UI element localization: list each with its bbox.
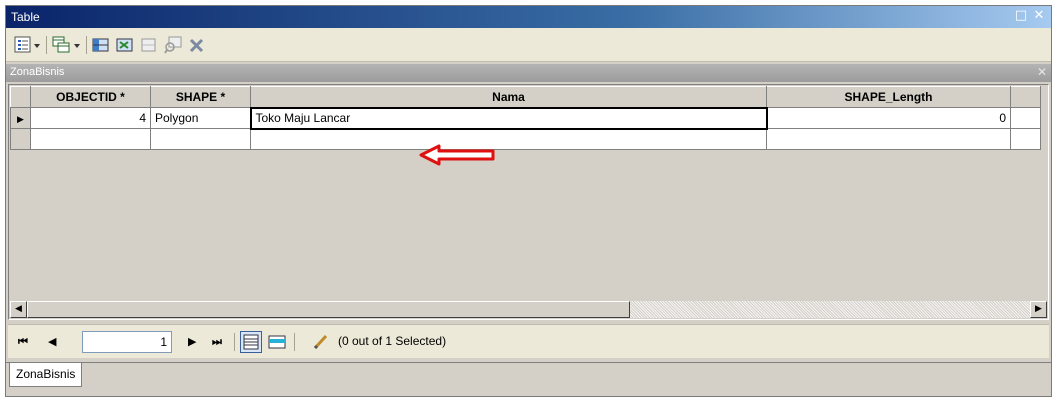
column-header-shape-length[interactable]: SHAPE_Length [766, 86, 1011, 108]
pencil-icon [312, 333, 330, 354]
cell-nama[interactable] [250, 128, 767, 150]
close-table-icon[interactable]: ✕ [1037, 65, 1047, 79]
toolbar-separator [46, 36, 47, 54]
column-header-nama[interactable]: Nama [250, 86, 767, 108]
delete-selected-icon[interactable] [188, 36, 206, 54]
column-header-objectid[interactable]: OBJECTID * [30, 86, 151, 108]
cell-objectid[interactable] [30, 128, 151, 150]
header-row: OBJECTID * SHAPE * Nama SHAPE_Length [10, 86, 1041, 108]
previous-record-icon[interactable]: ◀ [48, 335, 56, 348]
selection-status: (0 out of 1 Selected) [338, 334, 447, 348]
red-arrow-annotation [419, 144, 495, 166]
attribute-table: OBJECTID * SHAPE * Nama SHAPE_Length ▶ 4… [10, 86, 1041, 150]
table-toolbar [6, 28, 1051, 62]
nav-separator [294, 333, 295, 351]
cell-empty [1010, 107, 1041, 129]
cell-empty [1010, 128, 1041, 150]
row-selector[interactable]: ▶ [10, 107, 31, 129]
row-selector[interactable] [10, 128, 31, 150]
clear-selection-icon[interactable] [140, 36, 158, 54]
table-row[interactable] [10, 128, 1041, 150]
show-selected-records-icon[interactable] [266, 331, 288, 353]
tab-zonabisnis[interactable]: ZonaBisnis [9, 363, 83, 387]
scroll-right-icon[interactable]: ▶ [1030, 301, 1047, 318]
cell-shape[interactable]: Polygon [150, 107, 251, 129]
show-all-records-icon[interactable] [240, 331, 262, 353]
current-record-input[interactable]: 1 [82, 331, 172, 353]
toolbar-separator [86, 36, 87, 54]
next-record-icon[interactable]: ▶ [188, 335, 196, 348]
column-header-shape[interactable]: SHAPE * [150, 86, 251, 108]
cell-nama[interactable]: Toko Maju Lancar [249, 106, 768, 130]
row-selector-header[interactable] [10, 86, 31, 108]
nav-separator [234, 333, 235, 351]
cell-shape[interactable] [150, 128, 251, 150]
table-options-icon[interactable] [14, 36, 42, 54]
cell-objectid[interactable]: 4 [30, 107, 151, 129]
row-pointer-icon: ▶ [17, 114, 24, 124]
cell-shape-length[interactable] [766, 128, 1011, 150]
maximize-icon[interactable]: □ [1013, 8, 1029, 24]
related-tables-icon[interactable] [52, 36, 82, 54]
zoom-to-selected-icon[interactable] [164, 36, 182, 54]
table-row[interactable]: ▶ 4 Polygon Toko Maju Lancar 0 [10, 106, 1041, 130]
column-header-empty [1010, 86, 1041, 108]
cell-shape-length[interactable]: 0 [766, 107, 1011, 129]
scroll-thumb[interactable] [27, 301, 630, 318]
attribute-grid: OBJECTID * SHAPE * Nama SHAPE_Length ▶ 4… [8, 84, 1049, 320]
title-bar[interactable]: Table □ ✕ [6, 6, 1051, 28]
table-tab-strip: ZonaBisnis [6, 362, 1051, 396]
table-window: Table □ ✕ ZonaBisnis ✕ OBJECTID * SHAPE … [5, 5, 1052, 397]
last-record-icon[interactable]: ⏭ [212, 335, 222, 349]
window-title: Table [11, 10, 40, 24]
switch-selection-icon[interactable] [116, 36, 134, 54]
table-name: ZonaBisnis [10, 66, 65, 78]
close-icon[interactable]: ✕ [1031, 8, 1047, 24]
record-navigation-bar: ⏮ ◀ 1 ▶ ⏭ (0 out of 1 Selected) [8, 324, 1049, 358]
table-caption-bar: ZonaBisnis ✕ [6, 64, 1051, 82]
scroll-left-icon[interactable]: ◀ [10, 301, 27, 318]
select-by-attributes-icon[interactable] [92, 36, 110, 54]
horizontal-scrollbar[interactable]: ◀ ▶ [10, 301, 1047, 318]
first-record-icon[interactable]: ⏮ [18, 335, 28, 349]
